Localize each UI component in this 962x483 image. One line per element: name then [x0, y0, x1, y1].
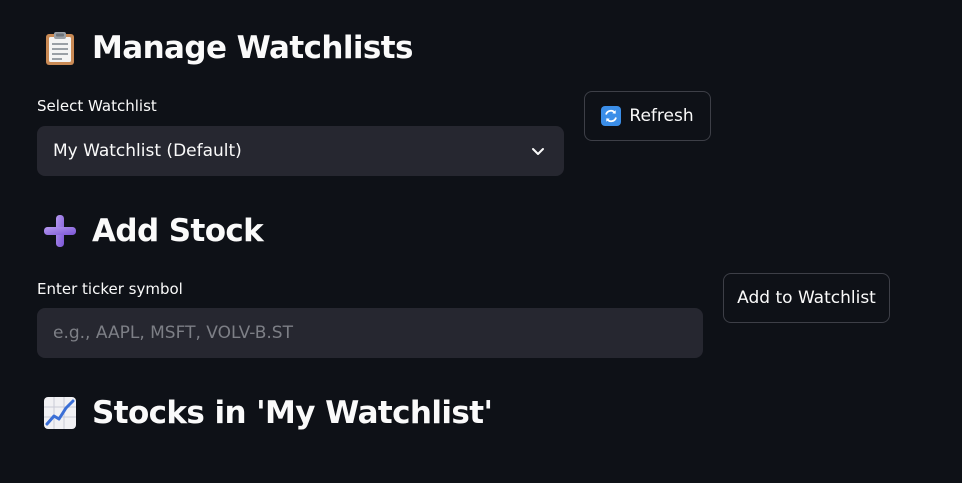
clipboard-icon — [42, 30, 78, 66]
chart-increasing-icon — [42, 395, 78, 431]
add-stock-heading: Add Stock — [42, 213, 264, 249]
add-to-watchlist-button[interactable]: Add to Watchlist — [723, 273, 890, 323]
ticker-symbol-input[interactable] — [37, 308, 703, 358]
manage-watchlists-heading: Manage Watchlists — [42, 30, 413, 66]
refresh-icon — [601, 106, 622, 126]
plus-icon — [42, 213, 78, 249]
watchlist-select[interactable]: My Watchlist (Default) — [37, 126, 564, 176]
select-watchlist-label: Select Watchlist — [37, 97, 157, 115]
stocks-in-watchlist-title: Stocks in 'My Watchlist' — [92, 395, 493, 431]
manage-watchlists-title: Manage Watchlists — [92, 30, 413, 66]
add-stock-title: Add Stock — [92, 213, 264, 249]
refresh-button[interactable]: Refresh — [584, 91, 711, 141]
refresh-button-label: Refresh — [629, 106, 694, 126]
ticker-symbol-label: Enter ticker symbol — [37, 280, 183, 298]
chevron-down-icon — [528, 141, 548, 161]
watchlist-select-value: My Watchlist (Default) — [53, 141, 242, 161]
watchlist-page: Manage Watchlists Select Watchlist My Wa… — [0, 0, 962, 483]
stocks-in-watchlist-heading: Stocks in 'My Watchlist' — [42, 395, 493, 431]
